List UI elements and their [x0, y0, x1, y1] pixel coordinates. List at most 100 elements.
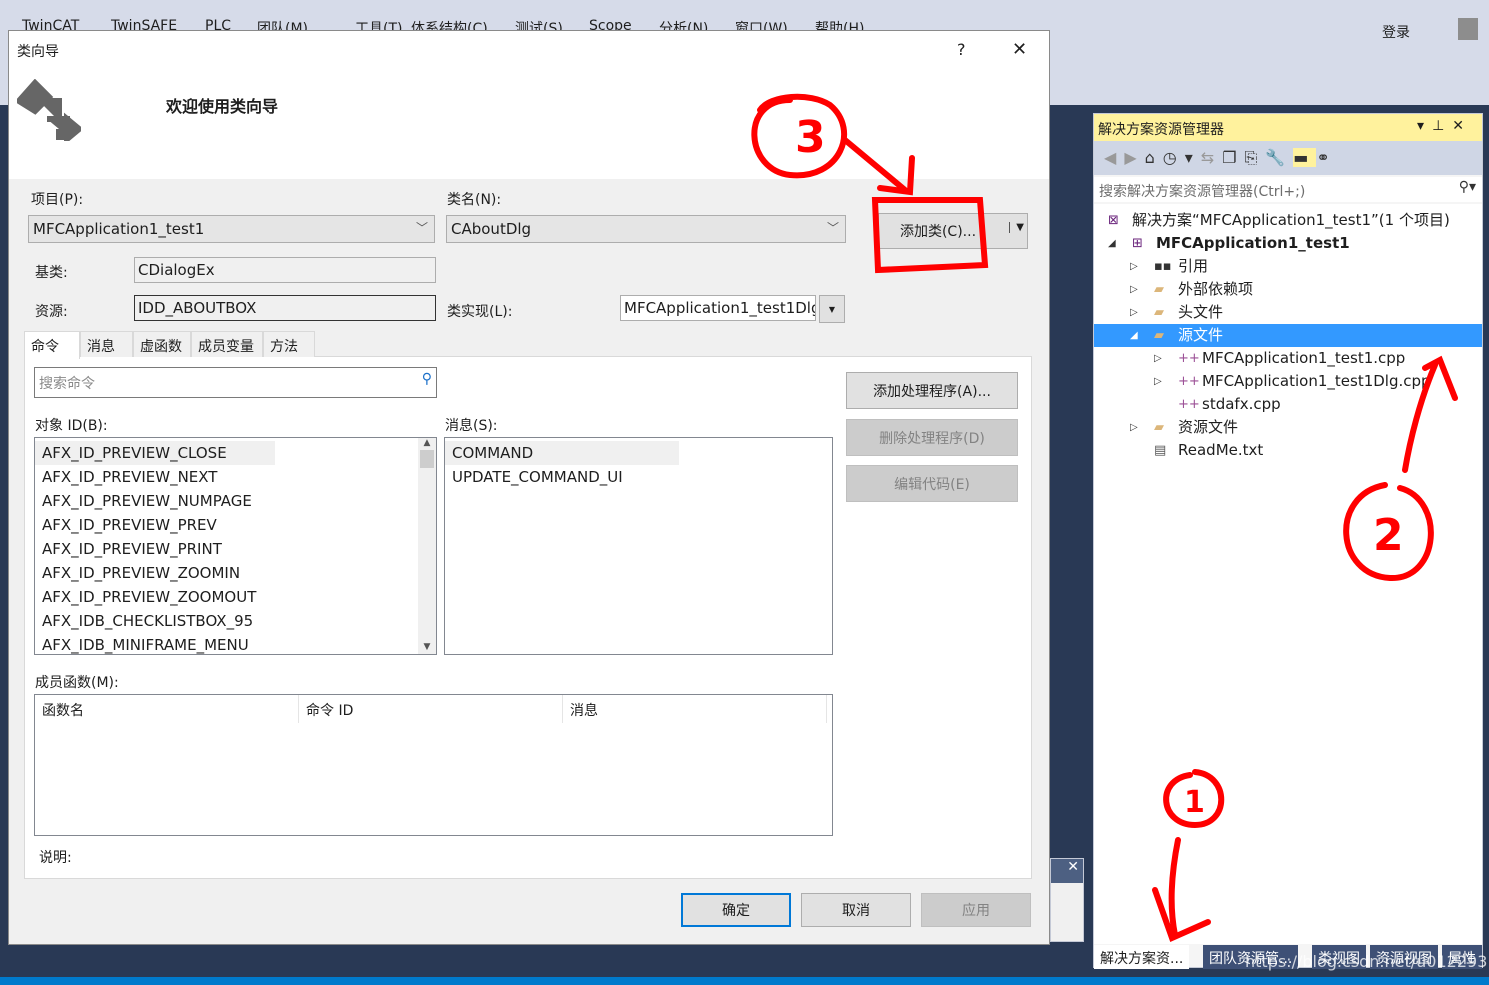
classname-combo[interactable]: CAboutDlg ﹀ [446, 215, 846, 243]
list-item[interactable]: AFX_ID_PREVIEW_CLOSE [35, 441, 275, 465]
tree-node[interactable]: ▷ ▰ 资源文件 [1094, 416, 1482, 439]
tree-node[interactable]: ▤ ReadMe.txt [1094, 439, 1482, 462]
list-item[interactable]: AFX_ID_PREVIEW_ZOOMOUT [35, 585, 436, 609]
ok-button[interactable]: 确定 [681, 893, 791, 927]
tree-node[interactable]: ▷ ++ MFCApplication1_test1Dlg.cpp [1094, 370, 1482, 393]
solution-tree: ⊠ 解决方案“MFCApplication1_test1”(1 个项目) ◢ ⊞ MFC… [1094, 204, 1482, 944]
dropdown-arrow-icon[interactable]: ▼ [1009, 222, 1024, 233]
list-item[interactable]: UPDATE_COMMAND_UI [445, 465, 832, 489]
tree-node[interactable]: ▷ ▰ 外部依赖项 [1094, 278, 1482, 301]
impl-label: 类实现(L): [447, 304, 513, 320]
help-button[interactable]: ? [957, 40, 966, 59]
impl-field[interactable]: MFCApplication1_test1Dlg [620, 295, 816, 321]
list-item[interactable]: COMMAND [445, 441, 679, 465]
sync-icon[interactable]: ⇆ [1201, 148, 1222, 167]
solution-search-input[interactable]: 搜索解决方案资源管理器(Ctrl+;) ⚲▾ [1094, 177, 1482, 202]
wrench-icon[interactable]: 🔧 [1265, 148, 1293, 167]
node-label: 头文件 [1178, 303, 1224, 321]
expand-icon[interactable]: ▷ [1130, 416, 1138, 439]
forward-icon[interactable]: ▶ [1124, 148, 1144, 167]
search-icon: ⚲ [421, 371, 432, 387]
node-icon: ⊠ [1108, 213, 1119, 228]
messages-list[interactable]: COMMAND UPDATE_COMMAND_UI [444, 437, 833, 655]
tree-node[interactable]: ▷ ++ MFCApplication1_test1.cpp [1094, 347, 1482, 370]
hidden-panel-fragment: ✕ [1050, 858, 1084, 942]
column-header[interactable]: 命令 ID [299, 695, 563, 723]
list-item[interactable]: AFX_IDB_MINIFRAME_MENU [35, 633, 436, 657]
list-item[interactable]: AFX_IDB_CHECKLISTBOX_95 [35, 609, 436, 633]
dropdown-icon[interactable]: ▾ [1417, 118, 1432, 134]
column-header[interactable]: 消息 [563, 695, 827, 723]
collapse-icon[interactable]: ◢ [1108, 232, 1116, 255]
tab-2[interactable]: 虚函数 [133, 331, 191, 357]
list-item[interactable]: AFX_ID_PREVIEW_NEXT [35, 465, 436, 489]
copy-icon[interactable]: ⎘ [1245, 148, 1266, 167]
tree-node[interactable]: ++ stdafx.cpp [1094, 393, 1482, 416]
classname-value: CAboutDlg [451, 220, 532, 238]
members-label: 成员函数(M): [35, 675, 119, 691]
login-link[interactable]: 登录 [1382, 22, 1410, 42]
list-item[interactable]: AFX_ID_PREVIEW_NUMPAGE [35, 489, 436, 513]
tree-node[interactable]: ◢ ▰ 源文件 [1094, 324, 1482, 347]
list-item[interactable]: AFX_ID_PREVIEW_PREV [35, 513, 436, 537]
bottom-tab[interactable]: 解决方案资... [1094, 945, 1190, 969]
object-id-list[interactable]: AFX_ID_PREVIEW_CLOSE AFX_ID_PREVIEW_NEXT A… [34, 437, 437, 655]
node-label: ReadMe.txt [1178, 441, 1264, 459]
tab-4[interactable]: 方法 [263, 331, 315, 357]
preview-icon[interactable]: ▬ [1293, 148, 1317, 167]
resource-label: 资源: [35, 304, 68, 320]
tab-3[interactable]: 成员变量 [191, 331, 263, 357]
description-label: 说明: [39, 850, 72, 866]
toolbar: ◀▶⌂◷▾⇆❐⎘🔧▬⚭ [1094, 141, 1482, 175]
scrollbar[interactable]: ▲ ▼ [418, 438, 436, 654]
expand-icon[interactable]: ▷ [1154, 370, 1162, 393]
panel-title: 解决方案资源管理器 [1098, 122, 1224, 138]
impl-dropdown-button[interactable]: ▼ [819, 295, 845, 323]
scrollbar-thumb[interactable] [420, 450, 434, 468]
project-combo[interactable]: MFCApplication1_test1 ﹀ [28, 215, 435, 243]
welcome-heading: 欢迎使用类向导 [166, 97, 279, 116]
add-handler-button[interactable]: 添加处理程序(A)... [846, 372, 1018, 409]
watermark: https://blog.csdn.net/u012293114 [1245, 952, 1489, 971]
list-item[interactable]: AFX_ID_PREVIEW_PRINT [35, 537, 436, 561]
tree-node[interactable]: ⊠ 解决方案“MFCApplication1_test1”(1 个项目) [1094, 209, 1482, 232]
avatar-icon[interactable] [1458, 18, 1478, 40]
close-button[interactable]: ✕ [1012, 39, 1027, 60]
node-label: MFCApplication1_test1 [1156, 234, 1350, 252]
home-icon[interactable]: ⌂ [1145, 148, 1163, 167]
tree-node[interactable]: ▷ ▰ 头文件 [1094, 301, 1482, 324]
cancel-button[interactable]: 取消 [801, 893, 911, 927]
node-icon: ▰ [1154, 305, 1164, 320]
list-item[interactable]: AFX_ID_PREVIEW_ZOOMIN [35, 561, 436, 585]
tab-0[interactable]: 命令 [24, 331, 80, 359]
node-icon: ▰ [1154, 282, 1164, 297]
edit-code-button: 编辑代码(E) [846, 465, 1018, 502]
expand-icon[interactable]: ▷ [1130, 278, 1138, 301]
dialog-title: 类向导 [17, 44, 59, 60]
close-icon[interactable]: ✕ [1452, 118, 1472, 134]
node-icon: ▤ [1154, 443, 1167, 458]
close-icon[interactable]: ✕ [1051, 859, 1083, 883]
search-placeholder: 搜索解决方案资源管理器(Ctrl+;) [1099, 184, 1306, 200]
collapse-icon[interactable]: ❐ [1222, 148, 1244, 167]
tab-1[interactable]: 消息 [80, 331, 133, 357]
expand-icon[interactable]: ▷ [1130, 255, 1138, 278]
member-functions-table[interactable]: 函数名 命令 ID 消息 [34, 694, 833, 836]
tree-node[interactable]: ◢ ⊞ MFCApplication1_test1 [1094, 232, 1482, 255]
expand-icon[interactable]: ▷ [1154, 347, 1162, 370]
collapse-icon[interactable]: ◢ [1130, 324, 1138, 347]
tree-node[interactable]: ▷ ▪▪ 引用 [1094, 255, 1482, 278]
solution-explorer-panel: 解决方案资源管理器 ▾⊥✕ ◀▶⌂◷▾⇆❐⎘🔧▬⚭ 搜索解决方案资源管理器(Ct… [1093, 113, 1483, 968]
class-diagram-icon[interactable]: ⚭ [1316, 148, 1337, 167]
column-header[interactable]: 函数名 [35, 695, 299, 723]
expand-icon[interactable]: ▷ [1130, 301, 1138, 324]
add-class-button[interactable]: 添加类(C)... ▼ [878, 213, 1028, 249]
history-icon[interactable]: ◷▾ [1163, 148, 1201, 167]
search-commands-input[interactable]: 搜索命令 ⚲ [34, 367, 437, 398]
back-icon[interactable]: ◀ [1104, 148, 1124, 167]
pin-icon[interactable]: ⊥ [1432, 118, 1452, 134]
node-icon: ▪▪ [1154, 259, 1172, 274]
node-icon: ++ [1178, 374, 1200, 389]
resource-field: IDD_ABOUTBOX [134, 295, 436, 321]
add-class-label: 添加类(C)... [899, 224, 977, 240]
